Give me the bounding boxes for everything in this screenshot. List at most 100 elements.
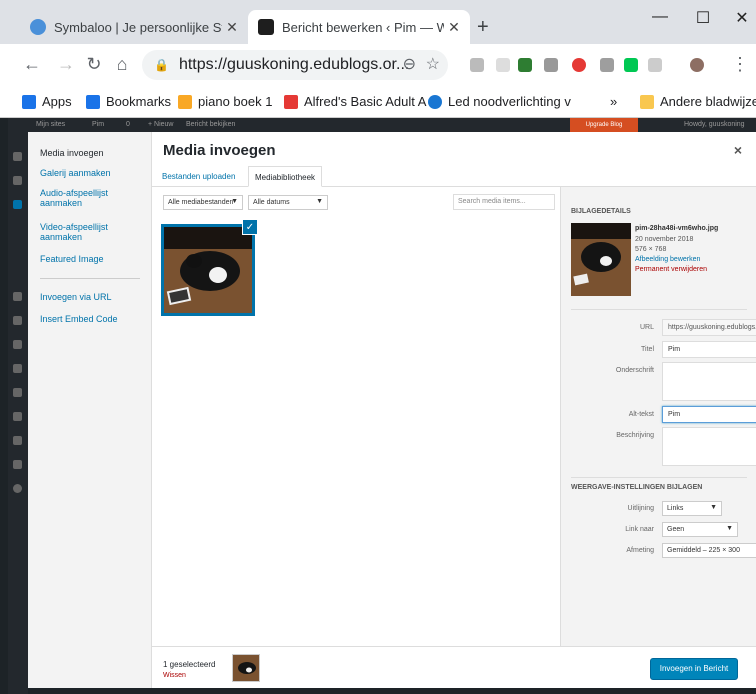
- tab-bericht-bewerken[interactable]: Bericht bewerken ‹ Pim — WordP ✕: [248, 10, 470, 44]
- description-field[interactable]: [662, 427, 756, 466]
- attachment-details-sidebar: BIJLAGEDETAILS pim-28ha48i-vm6who.jpg 20…: [560, 187, 756, 646]
- menu-media-invoegen[interactable]: Media invoegen: [40, 148, 146, 158]
- caption-label: Onderschrift: [615, 367, 654, 374]
- menu-icon[interactable]: [13, 460, 22, 469]
- filter-type-value: Alle mediabestanden: [168, 199, 234, 206]
- extension-icon[interactable]: [544, 58, 558, 72]
- insert-into-post-button[interactable]: Invoegen in Bericht: [650, 658, 738, 680]
- alignment-select[interactable]: Links ▼: [662, 501, 722, 516]
- url-field[interactable]: https://guuskoning.edublogs.: [662, 319, 756, 336]
- delete-permanently-link[interactable]: Permanent verwijderen: [635, 266, 707, 273]
- details-heading: BIJLAGEDETAILS: [571, 208, 631, 215]
- tab-library[interactable]: Mediabibliotheek: [248, 166, 323, 187]
- edit-image-link[interactable]: Afbeelding bewerken: [635, 256, 700, 263]
- bookmark-piano[interactable]: piano boek 1: [178, 94, 272, 109]
- extension-icon[interactable]: [496, 58, 510, 72]
- star-icon: [86, 94, 100, 109]
- bookmark-alfred[interactable]: Alfred's Basic Adult A: [284, 94, 426, 109]
- menu-dots-icon[interactable]: ⋮: [728, 54, 752, 75]
- new-tab-button[interactable]: +: [477, 16, 489, 39]
- media-footer: 1 geselecteerd Wissen Invoegen in Berich…: [152, 646, 756, 688]
- alt-text-label: Alt-tekst: [628, 411, 654, 418]
- details-divider: [571, 477, 747, 478]
- back-icon[interactable]: ←: [20, 54, 44, 75]
- selected-check-icon[interactable]: ✓: [242, 219, 258, 235]
- tab-upload[interactable]: Bestanden uploaden: [156, 166, 241, 187]
- bookmark-label: Andere bladwijzers: [660, 94, 756, 109]
- menu-icon[interactable]: [13, 340, 22, 349]
- bookmark-label: Alfred's Basic Adult A: [304, 94, 427, 109]
- menu-insert-embed-code[interactable]: Insert Embed Code: [40, 314, 146, 324]
- bookmark-star-icon[interactable]: ☆: [426, 54, 440, 74]
- youtube-icon: [284, 94, 298, 109]
- wp-admin-menu: [8, 132, 28, 694]
- shield-icon[interactable]: [600, 58, 614, 72]
- bookmark-bookmarks[interactable]: Bookmarks: [86, 94, 171, 109]
- search-input[interactable]: Search media items...: [453, 194, 555, 210]
- menu-icon[interactable]: [13, 412, 22, 421]
- menu-icon[interactable]: [13, 364, 22, 373]
- extension-icon[interactable]: [518, 58, 532, 72]
- alignment-label: Uitlijning: [627, 505, 654, 512]
- reload-icon[interactable]: ↻: [82, 54, 106, 75]
- title-field[interactable]: Pim: [662, 341, 756, 358]
- zoom-icon[interactable]: ⊖: [403, 54, 416, 74]
- opera-icon[interactable]: [572, 58, 586, 72]
- maximize-button[interactable]: ☐: [683, 8, 723, 28]
- menu-icon[interactable]: [13, 292, 22, 301]
- upgrade-blog-button[interactable]: Upgrade Blog: [570, 118, 638, 132]
- bookmarks-more[interactable]: »: [610, 94, 617, 109]
- extension-icon[interactable]: [624, 58, 638, 72]
- bookmark-apps[interactable]: Apps: [22, 94, 72, 109]
- clear-selection-link[interactable]: Wissen: [163, 672, 186, 679]
- caption-field[interactable]: [662, 362, 756, 401]
- extension-icon[interactable]: [648, 58, 662, 72]
- avatar[interactable]: [690, 58, 704, 72]
- admin-bar-comments[interactable]: 0: [126, 121, 130, 128]
- menu-icon[interactable]: [13, 316, 22, 325]
- filter-type-select[interactable]: Alle mediabestanden ▼: [163, 195, 243, 210]
- admin-bar-new[interactable]: + Nieuw: [148, 121, 173, 128]
- menu-galerij-aanmaken[interactable]: Galerij aanmaken: [40, 168, 146, 178]
- modal-close-icon[interactable]: ×: [734, 142, 742, 158]
- bookmark-led[interactable]: Led noodverlichting v: [428, 94, 571, 109]
- menu-icon[interactable]: [13, 176, 22, 185]
- url-text: https://guuskoning.edublogs.or...: [178, 56, 410, 73]
- menu-audio-playlist[interactable]: Audio-afspeellijst aanmaken: [40, 188, 146, 208]
- attachment-thumbnail[interactable]: [161, 224, 255, 316]
- filter-date-select[interactable]: Alle datums ▼: [248, 195, 328, 210]
- home-icon[interactable]: ⌂: [110, 54, 134, 75]
- details-filename: pim-28ha48i-vm6who.jpg: [635, 225, 719, 232]
- menu-invoegen-via-url[interactable]: Invoegen via URL: [40, 292, 146, 302]
- extension-icon[interactable]: [470, 58, 484, 72]
- menu-icon[interactable]: [13, 388, 22, 397]
- tab-symbaloo[interactable]: Symbaloo | Je persoonlijke Startp ✕: [20, 10, 248, 44]
- minimize-button[interactable]: —: [640, 8, 680, 26]
- details-divider: [571, 309, 747, 310]
- admin-bar-site[interactable]: Pim: [92, 121, 104, 128]
- bookmark-other[interactable]: Andere bladwijzers: [640, 94, 756, 109]
- alt-text-field[interactable]: Pim: [662, 406, 756, 423]
- menu-icon[interactable]: [13, 436, 22, 445]
- link-to-select[interactable]: Geen ▼: [662, 522, 738, 537]
- description-label: Beschrijving: [616, 432, 654, 439]
- menu-featured-image[interactable]: Featured Image: [40, 254, 146, 264]
- admin-bar-mysites[interactable]: Mijn sites: [36, 121, 65, 128]
- details-dimensions: 576 × 768: [635, 246, 667, 253]
- tab-close-icon[interactable]: ✕: [222, 19, 242, 36]
- size-value: Gemiddeld – 225 × 300: [667, 547, 740, 554]
- selection-thumbnail[interactable]: [232, 654, 260, 682]
- menu-video-playlist[interactable]: Video-afspeellijst aanmaken: [40, 222, 146, 242]
- menu-icon[interactable]: [13, 200, 22, 209]
- menu-icon[interactable]: [13, 484, 22, 493]
- lock-icon: 🔒: [154, 58, 169, 72]
- tab-close-icon[interactable]: ✕: [444, 19, 464, 36]
- admin-bar-howdy[interactable]: Howdy, guuskoning: [684, 121, 745, 128]
- dropdown-arrow-icon: ▼: [231, 198, 238, 205]
- menu-icon[interactable]: [13, 152, 22, 161]
- address-bar[interactable]: 🔒 https://guuskoning.edublogs.or... ⊖ ☆: [142, 50, 448, 80]
- forward-icon[interactable]: →: [54, 54, 78, 75]
- size-select[interactable]: Gemiddeld – 225 × 300 ▼: [662, 543, 756, 558]
- admin-bar-view-post[interactable]: Bericht bekijken: [186, 121, 235, 128]
- close-window-button[interactable]: ✕: [722, 8, 756, 28]
